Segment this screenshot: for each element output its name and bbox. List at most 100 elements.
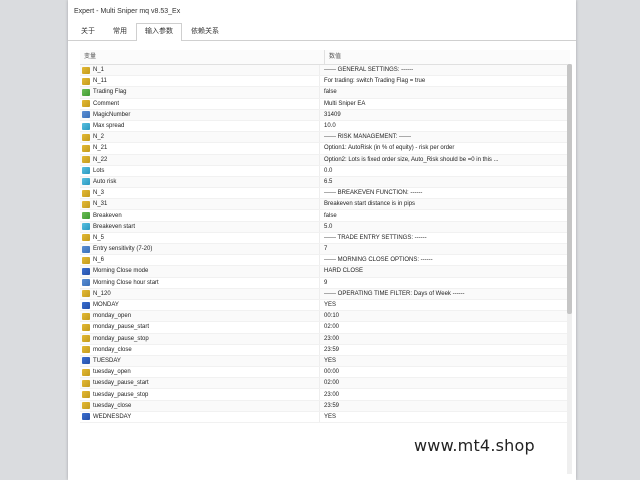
table-row[interactable]: N_11 For trading: switch Trading Flag = t… — [80, 76, 570, 88]
table-row[interactable]: Morning Close mode HARD CLOSE — [80, 266, 570, 278]
variable-name: tuesday_pause_start — [93, 380, 149, 387]
table-row[interactable]: N_2 ------ RISK MANAGEMENT: ------ — [80, 132, 570, 144]
variable-name: monday_pause_start — [93, 324, 150, 331]
inputs-grid: 变量 数值 N_1 ------ GENERAL SETTINGS: ------… — [80, 50, 570, 480]
variable-cell: monday_pause_start — [80, 322, 320, 333]
variable-cell: Lots — [80, 165, 320, 176]
variable-cell: N_3 — [80, 188, 320, 199]
variable-name: N_2 — [93, 134, 105, 141]
value-cell[interactable]: 00:00 — [320, 367, 560, 377]
value-cell[interactable]: ------ OPERATING TIME FILTER: Days of We… — [320, 289, 560, 299]
table-row[interactable]: tuesday_pause_start 02:00 — [80, 378, 570, 390]
value-cell[interactable]: Breakeven start distance is in pips — [320, 199, 560, 209]
bool-param-icon — [82, 212, 90, 220]
value-cell[interactable]: 9 — [320, 278, 560, 288]
string-param-icon — [82, 156, 90, 164]
value-cell[interactable]: Option2: Lots is fixed order size, Auto_… — [320, 155, 560, 165]
table-row[interactable]: N_31 Breakeven start distance is in pips — [80, 199, 570, 211]
column-header-value[interactable]: 数值 — [325, 50, 569, 64]
watermark-text: www.mt4.shop — [414, 436, 535, 455]
value-cell[interactable]: 6.5 — [320, 177, 560, 187]
value-cell[interactable]: 23:00 — [320, 334, 560, 344]
string-param-icon — [82, 100, 90, 108]
table-row[interactable]: N_3 ------ BREAKEVEN FUNCTION: ------ — [80, 188, 570, 200]
variable-name: N_6 — [93, 257, 105, 264]
table-row[interactable]: Auto risk 6.5 — [80, 176, 570, 189]
value-cell[interactable]: false — [320, 210, 560, 220]
table-row[interactable]: monday_open 00:10 — [80, 311, 570, 323]
column-header-variable[interactable]: 变量 — [80, 50, 325, 64]
table-row[interactable]: Max spread 10.0 — [80, 120, 570, 133]
value-cell[interactable]: 02:00 — [320, 378, 560, 388]
variable-name: Breakeven start — [93, 223, 136, 230]
value-cell[interactable]: false — [320, 87, 560, 97]
string-param-icon — [82, 144, 90, 152]
value-cell[interactable]: 10.0 — [320, 121, 560, 131]
string-param-icon — [82, 200, 90, 208]
scrollbar-thumb[interactable] — [567, 64, 572, 314]
table-row[interactable]: tuesday_open 00:00 — [80, 367, 570, 379]
value-cell[interactable]: YES — [320, 300, 560, 310]
value-cell[interactable]: ------ BREAKEVEN FUNCTION: ------ — [320, 188, 560, 198]
table-row[interactable]: tuesday_pause_stop 23:00 — [80, 389, 570, 401]
value-cell[interactable]: 31409 — [320, 110, 560, 120]
table-row[interactable]: Trading Flag false — [80, 87, 570, 99]
variable-cell: Entry sensitivity (7-20) — [80, 244, 320, 255]
table-row[interactable]: TUESDAY YES — [80, 355, 570, 368]
table-row[interactable]: Comment Multi Sniper EA — [80, 98, 570, 110]
table-row[interactable]: Morning Close hour start 9 — [80, 277, 570, 289]
table-row[interactable]: N_6 ------ MORNING CLOSE OPTIONS: ------ — [80, 255, 570, 267]
value-cell[interactable]: 5.0 — [320, 222, 560, 232]
variable-name: Auto risk — [93, 178, 117, 185]
variable-cell: tuesday_close — [80, 400, 320, 411]
variable-cell: Trading Flag — [80, 87, 320, 98]
tab-common[interactable]: 常用 — [104, 23, 136, 40]
table-row[interactable]: N_120 ------ OPERATING TIME FILTER: Days … — [80, 288, 570, 300]
value-cell[interactable]: 0.0 — [320, 166, 560, 176]
double-param-icon — [82, 178, 90, 186]
table-row[interactable]: WEDNESDAY YES — [80, 411, 570, 423]
value-cell[interactable]: ------ MORNING CLOSE OPTIONS: ------ — [320, 255, 560, 265]
value-cell[interactable]: HARD CLOSE — [320, 266, 560, 276]
enum-param-icon — [82, 301, 90, 309]
string-param-icon — [82, 77, 90, 85]
value-cell[interactable]: 23:00 — [320, 389, 560, 399]
table-row[interactable]: monday_close 23:59 — [80, 344, 570, 356]
variable-cell: WEDNESDAY — [80, 411, 320, 422]
value-cell[interactable]: ------ RISK MANAGEMENT: ------ — [320, 132, 560, 142]
string-param-icon — [82, 234, 90, 242]
table-row[interactable]: Entry sensitivity (7-20) 7 — [80, 244, 570, 256]
value-cell[interactable]: YES — [320, 412, 560, 422]
tab-about[interactable]: 关于 — [72, 23, 104, 40]
value-cell[interactable]: For trading: switch Trading Flag = true — [320, 76, 560, 86]
tab-dependencies[interactable]: 依赖关系 — [182, 23, 228, 40]
variable-name: monday_pause_stop — [93, 335, 149, 342]
table-row[interactable]: N_22 Option2: Lots is fixed order size, A… — [80, 154, 570, 166]
value-cell[interactable]: 00:10 — [320, 311, 560, 321]
tab-inputs[interactable]: 输入参数 — [136, 23, 182, 41]
vertical-scrollbar[interactable] — [567, 64, 572, 474]
value-cell[interactable]: 02:00 — [320, 322, 560, 332]
enum-param-icon — [82, 413, 90, 421]
table-row[interactable]: monday_pause_stop 23:00 — [80, 333, 570, 345]
value-cell[interactable]: 23:59 — [320, 345, 560, 355]
value-cell[interactable]: Multi Sniper EA — [320, 99, 560, 109]
table-row[interactable]: N_21 Option1: AutoRisk (in % of equity) -… — [80, 143, 570, 155]
value-cell[interactable]: ------ TRADE ENTRY SETTINGS: ------ — [320, 233, 560, 243]
table-row[interactable]: Lots 0.0 — [80, 165, 570, 177]
variable-name: tuesday_pause_stop — [93, 391, 149, 398]
variable-cell: Auto risk — [80, 176, 320, 188]
value-cell[interactable]: ------ GENERAL SETTINGS: ------ — [320, 65, 560, 75]
table-row[interactable]: Breakeven start 5.0 — [80, 221, 570, 233]
value-cell[interactable]: YES — [320, 356, 560, 366]
value-cell[interactable]: 7 — [320, 244, 560, 254]
table-row[interactable]: MONDAY YES — [80, 299, 570, 312]
table-row[interactable]: Breakeven false — [80, 210, 570, 222]
table-row[interactable]: N_1 ------ GENERAL SETTINGS: ------ — [80, 65, 570, 77]
value-cell[interactable]: Option1: AutoRisk (in % of equity) - ris… — [320, 143, 560, 153]
table-row[interactable]: N_5 ------ TRADE ENTRY SETTINGS: ------ — [80, 232, 570, 244]
table-row[interactable]: MagicNumber 31409 — [80, 109, 570, 121]
value-cell[interactable]: 23:59 — [320, 401, 560, 411]
table-row[interactable]: monday_pause_start 02:00 — [80, 322, 570, 334]
table-row[interactable]: tuesday_close 23:59 — [80, 400, 570, 412]
